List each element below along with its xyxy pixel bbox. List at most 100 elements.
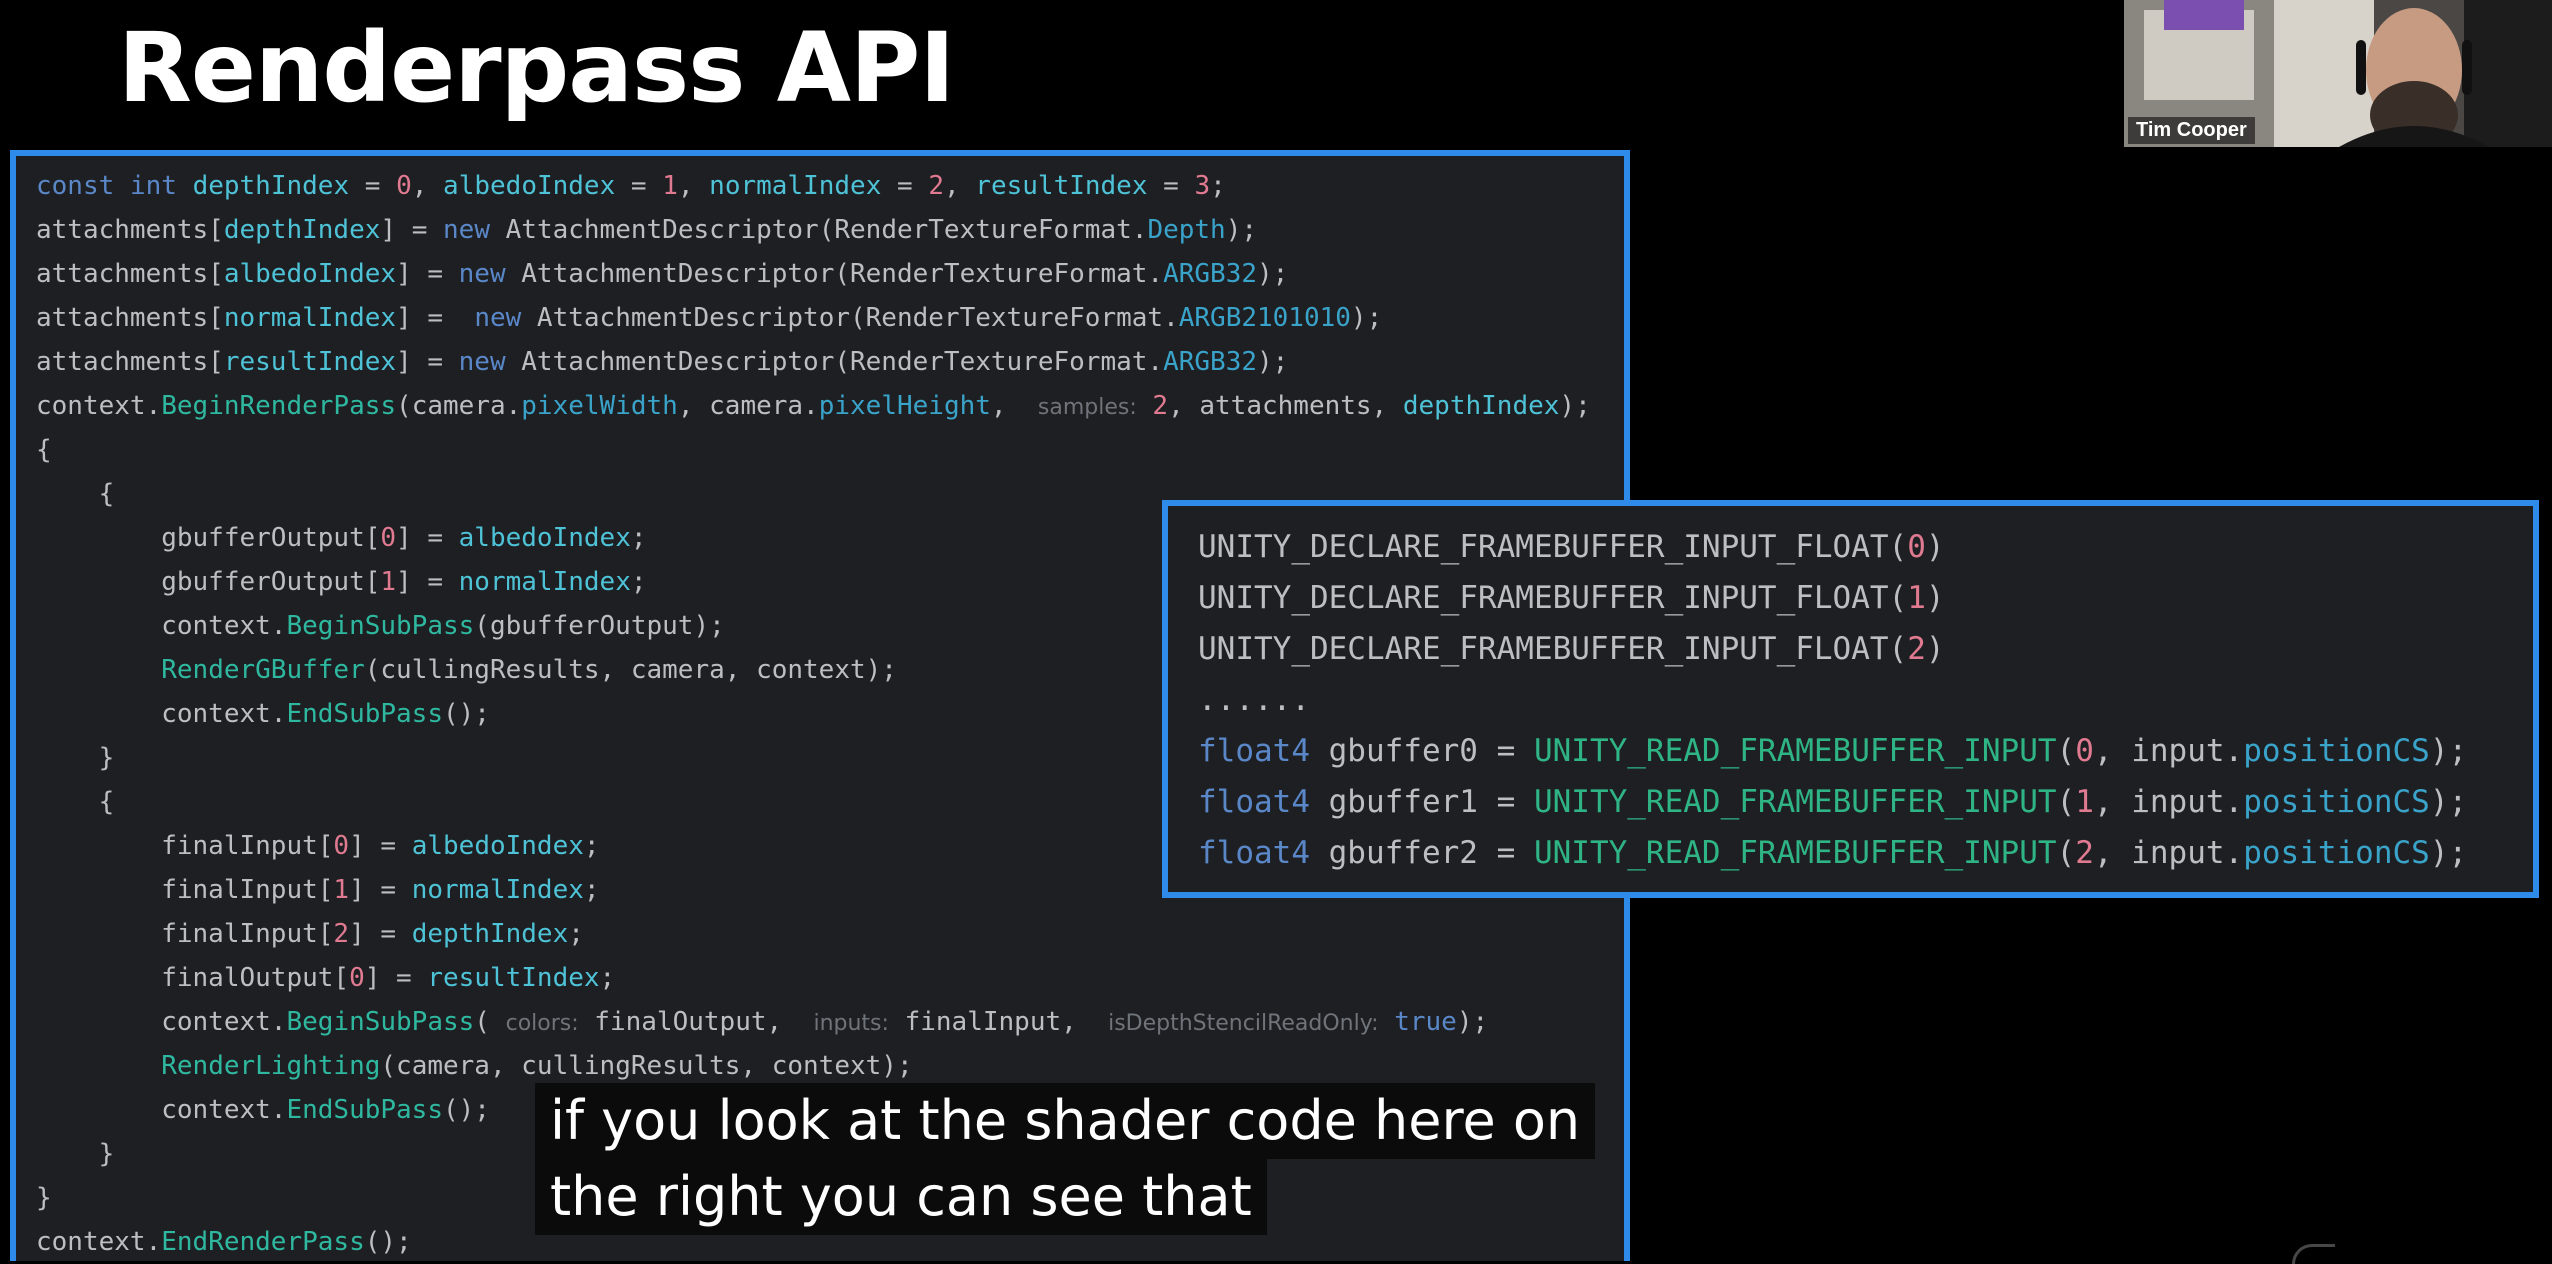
code-token: ); bbox=[2429, 784, 2468, 820]
code-token: resultIndex bbox=[427, 963, 600, 993]
code-token: ] = bbox=[349, 831, 412, 861]
code-token: ( bbox=[2056, 835, 2076, 871]
code-token: (cullingResults, camera, context); bbox=[364, 655, 897, 685]
code-token: (); bbox=[443, 699, 490, 729]
code-token: ); bbox=[1257, 347, 1289, 377]
code-token: ; bbox=[630, 523, 647, 553]
speaker-name-label: Tim Cooper bbox=[2128, 117, 2255, 144]
code-token: ); bbox=[1456, 1007, 1489, 1037]
code-token: ] = bbox=[396, 303, 475, 333]
code-token: UNITY_DECLARE_FRAMEBUFFER_INPUT_FLOAT( bbox=[1198, 529, 1908, 565]
code-token: context. bbox=[36, 699, 287, 729]
code-line: finalInput[2] = depthIndex; bbox=[36, 912, 1591, 956]
code-token: context. bbox=[36, 1227, 162, 1257]
code-line: { bbox=[36, 428, 1591, 472]
code-token: { bbox=[36, 787, 115, 817]
code-line: const int depthIndex = 0, albedoIndex = … bbox=[36, 164, 1591, 208]
shader-code-line: UNITY_DECLARE_FRAMEBUFFER_INPUT_FLOAT(2) bbox=[1198, 624, 2467, 675]
code-token: depthIndex bbox=[192, 171, 350, 201]
shader-code-line: float4 gbuffer1 = UNITY_READ_FRAMEBUFFER… bbox=[1198, 777, 2467, 828]
shader-code-line: ...... bbox=[1198, 675, 2467, 726]
code-token: , bbox=[990, 391, 1038, 421]
code-token: BeginRenderPass bbox=[161, 391, 397, 421]
code-token: , camera. bbox=[677, 391, 819, 421]
code-token: ] = bbox=[349, 919, 412, 949]
code-token: finalInput[ bbox=[36, 831, 334, 861]
code-token: AttachmentDescriptor(RenderTextureFormat… bbox=[489, 215, 1148, 245]
code-token: normalIndex bbox=[223, 303, 397, 333]
code-token: ); bbox=[1350, 303, 1383, 333]
code-token: float4 bbox=[1198, 784, 1310, 820]
code-token: 0 bbox=[349, 963, 365, 993]
code-token: normalIndex bbox=[458, 567, 631, 597]
code-token: RenderLighting bbox=[161, 1051, 381, 1081]
code-token: attachments[ bbox=[36, 347, 224, 377]
watermark-logo bbox=[2292, 1244, 2335, 1264]
code-token: ] = bbox=[349, 875, 412, 905]
code-token: true bbox=[1394, 1007, 1457, 1037]
code-token: isDepthStencilReadOnly: bbox=[1108, 1011, 1379, 1036]
code-token: depthIndex bbox=[1402, 391, 1560, 421]
code-token: ] = bbox=[396, 259, 459, 289]
code-token: 2 bbox=[928, 171, 944, 201]
code-token: UNITY_DECLARE_FRAMEBUFFER_INPUT_FLOAT( bbox=[1198, 580, 1908, 616]
code-line: attachments[resultIndex] = new Attachmen… bbox=[36, 340, 1591, 384]
shader-code-panel: UNITY_DECLARE_FRAMEBUFFER_INPUT_FLOAT( 0)… bbox=[1162, 500, 2539, 898]
code-token: AttachmentDescriptor(RenderTextureFormat… bbox=[505, 347, 1164, 377]
code-token: ; bbox=[1210, 171, 1226, 201]
code-token: albedoIndex bbox=[411, 831, 584, 861]
shader-code-line: float4 gbuffer2 = UNITY_READ_FRAMEBUFFER… bbox=[1198, 828, 2467, 879]
code-token: ; bbox=[583, 875, 600, 905]
shader-lines: UNITY_DECLARE_FRAMEBUFFER_INPUT_FLOAT( 0)… bbox=[1198, 522, 2467, 879]
code-token: (camera. bbox=[396, 391, 522, 421]
code-token: = bbox=[349, 171, 397, 201]
code-token: , attachments, bbox=[1168, 391, 1403, 421]
code-line: context.BeginSubPass( colors: finalOutpu… bbox=[36, 1000, 1591, 1044]
code-token: } bbox=[36, 743, 115, 773]
code-token: gbufferOutput[ bbox=[36, 523, 381, 553]
code-token: ) bbox=[1925, 529, 1945, 565]
code-token: finalInput[ bbox=[36, 875, 334, 905]
code-token: pixelWidth bbox=[521, 391, 678, 421]
code-token: ARGB32 bbox=[1163, 347, 1257, 377]
code-token: , bbox=[677, 171, 710, 201]
code-token: 2 bbox=[333, 919, 350, 949]
speaker-webcam: Tim Cooper bbox=[2124, 0, 2552, 147]
code-line: attachments[normalIndex] = new Attachmen… bbox=[36, 296, 1591, 340]
code-token: albedoIndex bbox=[223, 259, 397, 289]
code-token: ...... bbox=[1198, 682, 1310, 718]
code-token: positionCS bbox=[2243, 835, 2430, 871]
code-token: finalOutput[ bbox=[36, 963, 350, 993]
code-token: int bbox=[129, 171, 177, 201]
code-token: UNITY_READ_FRAMEBUFFER_INPUT bbox=[1533, 733, 2057, 769]
caption-line-2: the right you can see that bbox=[535, 1159, 1267, 1235]
code-token: ); bbox=[2429, 835, 2468, 871]
code-token: 2 bbox=[2075, 835, 2094, 871]
code-token: ( bbox=[2056, 733, 2076, 769]
code-token: inputs: bbox=[813, 1011, 889, 1036]
code-token: samples: bbox=[1037, 395, 1137, 420]
code-token: attachments[ bbox=[36, 215, 224, 245]
code-token: = bbox=[881, 171, 929, 201]
code-token: ( bbox=[474, 1007, 506, 1037]
code-token: resultIndex bbox=[223, 347, 397, 377]
code-token: 1 bbox=[2075, 784, 2094, 820]
caption-line-1: if you look at the shader code here on bbox=[535, 1083, 1596, 1159]
code-token: 0 bbox=[2075, 733, 2094, 769]
code-token: ] = bbox=[396, 567, 459, 597]
code-token: pixelHeight bbox=[818, 391, 991, 421]
code-token: (gbufferOutput); bbox=[474, 611, 725, 641]
code-token: 2 bbox=[1907, 631, 1926, 667]
code-token: EndRenderPass bbox=[161, 1227, 365, 1257]
code-token: positionCS bbox=[2243, 733, 2430, 769]
code-token: new bbox=[458, 259, 506, 289]
code-token: 1 bbox=[662, 171, 678, 201]
code-token: UNITY_DECLARE_FRAMEBUFFER_INPUT_FLOAT( bbox=[1198, 631, 1908, 667]
shader-code-line: UNITY_DECLARE_FRAMEBUFFER_INPUT_FLOAT(1) bbox=[1198, 573, 2467, 624]
shader-code-line: float4 gbuffer0 = UNITY_READ_FRAMEBUFFER… bbox=[1198, 726, 2467, 777]
code-token: float4 bbox=[1198, 733, 1310, 769]
